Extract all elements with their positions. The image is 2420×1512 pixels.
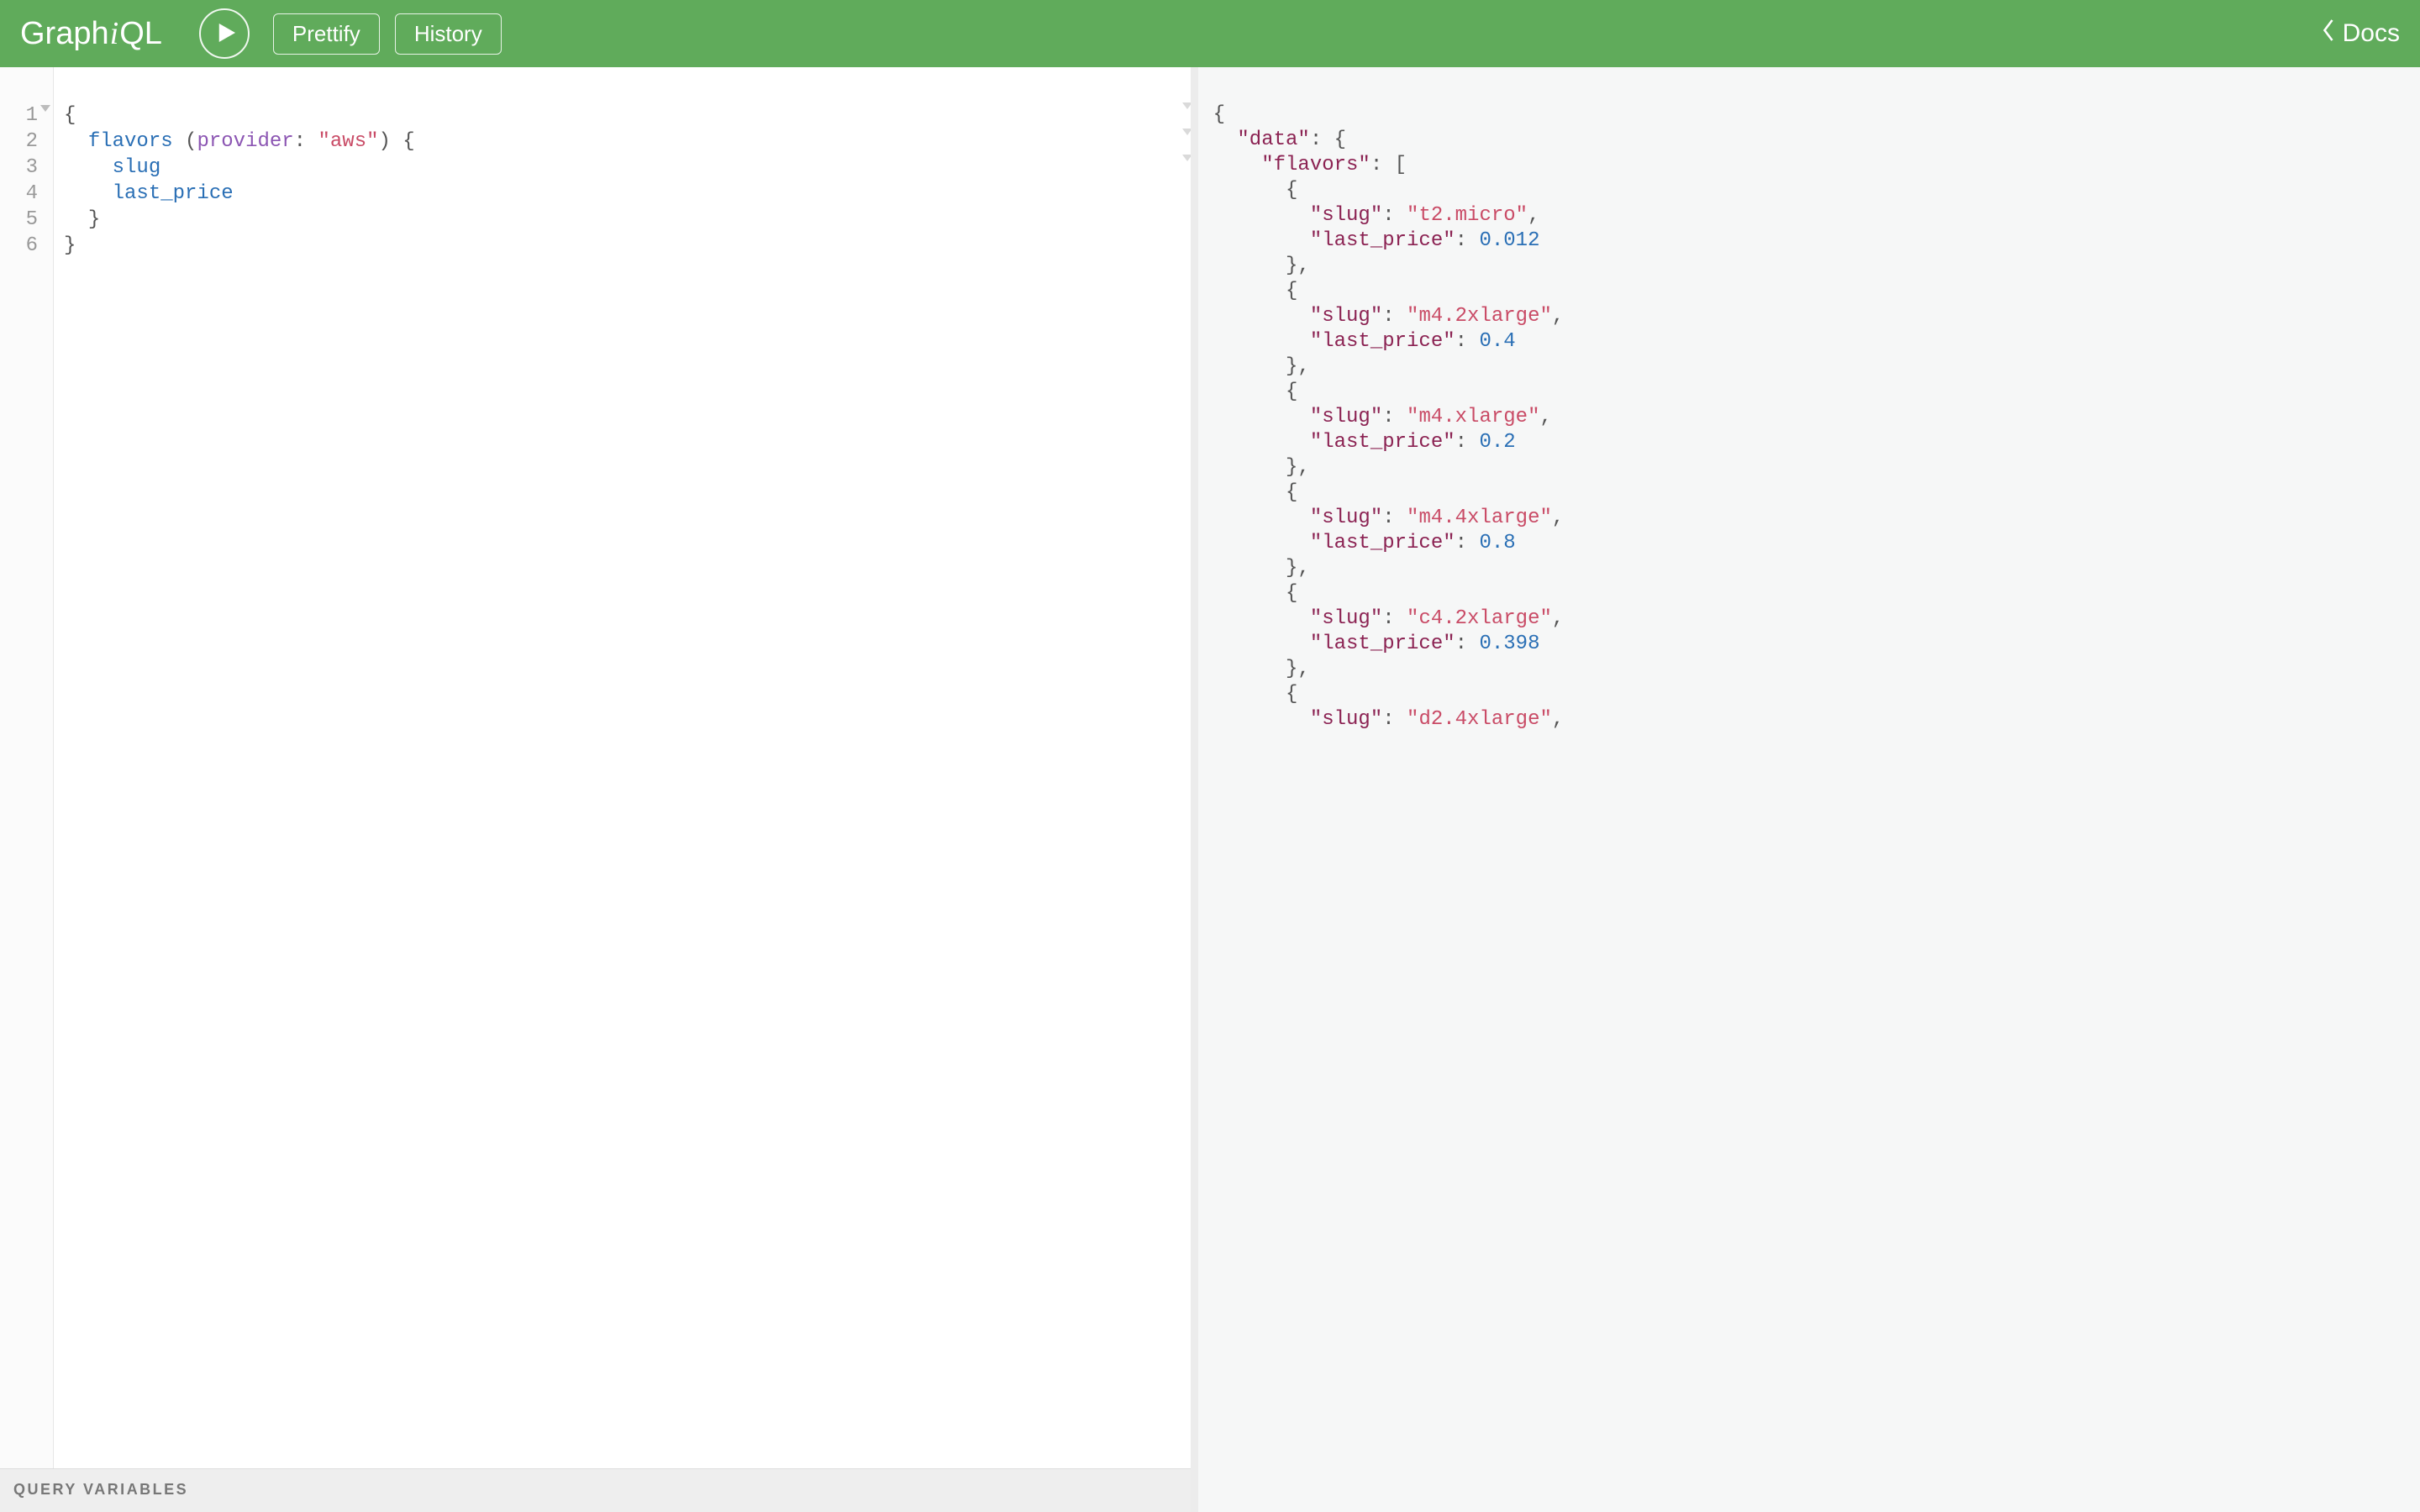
docs-label: Docs	[2343, 19, 2400, 48]
line-number: 1	[26, 104, 38, 127]
fold-icon[interactable]	[1182, 129, 1191, 135]
topbar: GraphiQL Prettify History Docs	[0, 0, 2420, 67]
fold-icon[interactable]	[40, 105, 50, 112]
query-arg-value: "aws"	[318, 130, 378, 153]
query-subfield: last_price	[113, 182, 234, 205]
query-subfield: slug	[113, 156, 161, 179]
json-key: "flavors"	[1261, 154, 1370, 176]
line-gutter: 1 2 3 4 5 6	[0, 67, 54, 1468]
editor-fold-column	[1182, 102, 1191, 181]
history-button[interactable]: History	[395, 13, 502, 55]
app-logo: GraphiQL	[20, 15, 162, 52]
line-number: 2	[26, 130, 38, 153]
query-arg-name: provider	[197, 130, 293, 153]
json-key: "data"	[1237, 129, 1309, 151]
query-pane: 1 2 3 4 5 6 { flavors (provider: "aws") …	[0, 67, 1198, 1512]
logo-text-i: i	[110, 15, 119, 52]
workspace: 1 2 3 4 5 6 { flavors (provider: "aws") …	[0, 67, 2420, 1512]
play-icon	[213, 22, 235, 46]
fold-icon[interactable]	[1182, 102, 1191, 109]
logo-text-post: QL	[119, 16, 162, 52]
line-number: 3	[26, 156, 38, 179]
docs-button[interactable]: Docs	[2321, 18, 2400, 50]
query-code[interactable]: { flavors (provider: "aws") { slug last_…	[54, 67, 1191, 1468]
query-variables-label: QUERY VARIABLES	[13, 1481, 188, 1498]
result-pane[interactable]: { "data": { "flavors": [ { "slug": "t2.m…	[1198, 67, 2420, 1512]
query-field: flavors	[88, 130, 173, 153]
query-variables-bar[interactable]: QUERY VARIABLES	[0, 1468, 1191, 1512]
line-number: 6	[26, 234, 38, 257]
execute-button[interactable]	[199, 8, 250, 59]
line-number: 5	[26, 208, 38, 231]
query-editor[interactable]: 1 2 3 4 5 6 { flavors (provider: "aws") …	[0, 67, 1191, 1468]
fold-icon[interactable]	[1182, 155, 1191, 161]
chevron-left-icon	[2321, 18, 2336, 50]
line-number: 4	[26, 182, 38, 205]
logo-text-pre: Graph	[20, 16, 109, 52]
prettify-button[interactable]: Prettify	[273, 13, 380, 55]
